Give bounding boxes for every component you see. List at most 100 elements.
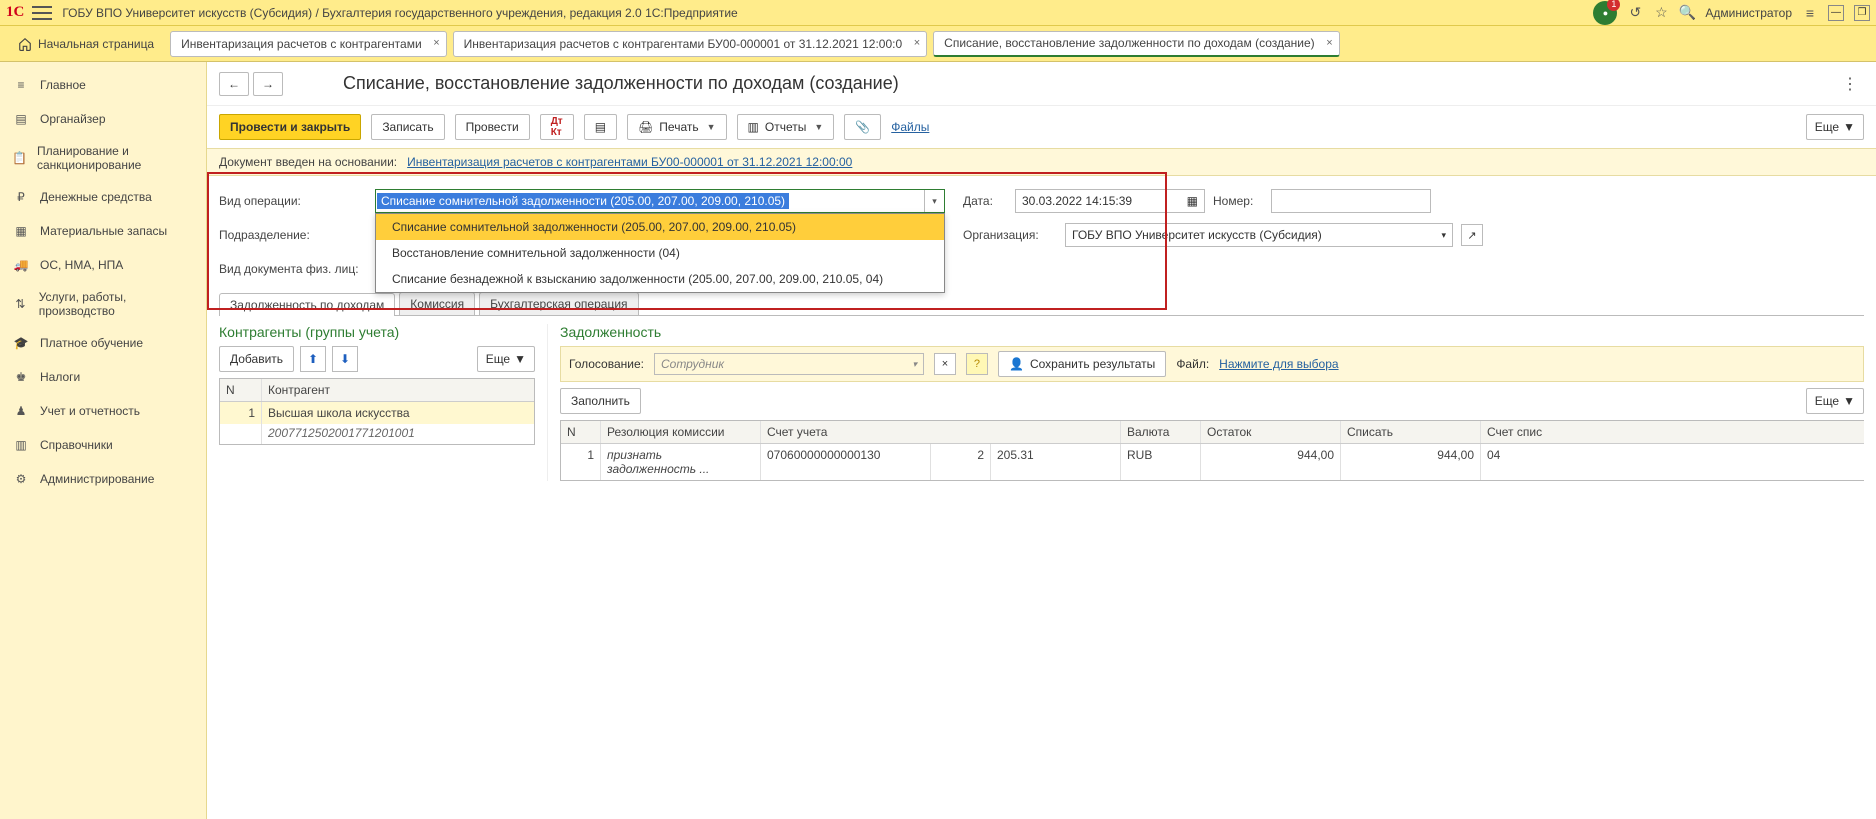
dropdown-item[interactable]: Восстановление сомнительной задолженност… bbox=[376, 240, 944, 266]
date-field[interactable]: 30.03.2022 14:15:39 ▦ bbox=[1015, 189, 1205, 213]
minimize-button[interactable]: — bbox=[1828, 5, 1844, 21]
button-label: Еще bbox=[1815, 120, 1839, 134]
cell-writeoff: 944,00 bbox=[1341, 444, 1481, 480]
printer-icon: 🖨 bbox=[638, 120, 653, 134]
clear-button[interactable]: × bbox=[934, 353, 956, 375]
base-doc-link[interactable]: Инвентаризация расчетов с контрагентами … bbox=[407, 155, 852, 169]
tab-writeoff[interactable]: Списание, восстановление задолженности п… bbox=[933, 31, 1340, 57]
dtkt-button[interactable]: ДтКт bbox=[540, 114, 574, 140]
user-name[interactable]: Администратор bbox=[1705, 6, 1792, 20]
attach-button[interactable]: 📎 bbox=[844, 114, 881, 140]
settings-icon[interactable]: ≡ bbox=[1802, 5, 1818, 21]
sidebar-item-organizer[interactable]: ▤Органайзер bbox=[0, 102, 206, 136]
col-account[interactable]: Счет учета bbox=[761, 421, 1121, 443]
print-button[interactable]: 🖨Печать▼ bbox=[627, 114, 726, 140]
button-label: Добавить bbox=[230, 352, 283, 366]
star-icon[interactable]: ☆ bbox=[1653, 5, 1669, 21]
sidebar-item-stock[interactable]: ▦Материальные запасы bbox=[0, 214, 206, 248]
calendar-icon[interactable]: ▦ bbox=[1187, 194, 1198, 208]
dropdown-item[interactable]: Списание безнадежной к взысканию задолже… bbox=[376, 266, 944, 292]
tab-debt[interactable]: Задолженность по доходам bbox=[219, 293, 395, 316]
nav-back-button[interactable]: ← bbox=[219, 72, 249, 96]
operation-type-value: Списание сомнительной задолженности (205… bbox=[377, 193, 789, 209]
sidebar-item-refs[interactable]: ▥Справочники bbox=[0, 428, 206, 462]
close-icon[interactable]: × bbox=[433, 37, 439, 49]
tab-inventory-list[interactable]: Инвентаризация расчетов с контрагентами … bbox=[170, 31, 447, 57]
col-remainder[interactable]: Остаток bbox=[1201, 421, 1341, 443]
files-link[interactable]: Файлы bbox=[891, 120, 929, 134]
cell-account: 07060000000000130 bbox=[761, 444, 931, 480]
debt-title: Задолженность bbox=[560, 324, 1864, 340]
dtkt-icon: ДтКт bbox=[551, 116, 563, 138]
organization-label: Организация: bbox=[963, 228, 1057, 242]
move-up-button[interactable]: ⬆ bbox=[300, 346, 326, 372]
cell-n: 1 bbox=[220, 402, 262, 424]
col-counterparty[interactable]: Контрагент bbox=[262, 379, 534, 401]
fill-button[interactable]: Заполнить bbox=[560, 388, 641, 414]
chevron-down-icon[interactable]: ▾ bbox=[1441, 230, 1446, 241]
file-label: Файл: bbox=[1176, 357, 1209, 371]
sidebar-label: Планирование и санкционирование bbox=[37, 144, 194, 172]
sidebar-item-taxes[interactable]: ♚Налоги bbox=[0, 360, 206, 394]
sidebar-item-main[interactable]: ≡Главное bbox=[0, 68, 206, 102]
close-icon[interactable]: × bbox=[1326, 37, 1332, 49]
nav-forward-button[interactable]: → bbox=[253, 72, 283, 96]
reports-button[interactable]: ▥Отчеты▼ bbox=[737, 114, 835, 140]
add-button[interactable]: Добавить bbox=[219, 346, 294, 372]
sidebar-item-assets[interactable]: 🚚ОС, НМА, НПА bbox=[0, 248, 206, 282]
favorite-icon[interactable] bbox=[289, 72, 305, 96]
sidebar-label: Справочники bbox=[40, 438, 113, 452]
file-choose-link[interactable]: Нажмите для выбора bbox=[1219, 357, 1338, 371]
home-tab[interactable]: Начальная страница bbox=[8, 26, 164, 61]
organization-field[interactable]: ГОБУ ВПО Университет искусств (Субсидия)… bbox=[1065, 223, 1453, 247]
chart-icon: ▥ bbox=[748, 120, 759, 134]
more-button[interactable]: Еще▼ bbox=[1806, 114, 1864, 140]
col-n[interactable]: N bbox=[561, 421, 601, 443]
save-results-button[interactable]: 👤Сохранить результаты bbox=[998, 351, 1166, 377]
number-field[interactable] bbox=[1271, 189, 1431, 213]
kebab-icon[interactable]: ⋮ bbox=[1836, 74, 1864, 94]
voting-employee-field[interactable]: Сотрудник ▾ bbox=[654, 353, 924, 375]
sidebar-item-planning[interactable]: 📋Планирование и санкционирование bbox=[0, 136, 206, 180]
notification-badge[interactable]: ● 1 bbox=[1593, 1, 1617, 25]
sidebar-item-money[interactable]: ₽Денежные средства bbox=[0, 180, 206, 214]
tab-commission[interactable]: Комиссия bbox=[399, 292, 475, 315]
menu-icon[interactable] bbox=[32, 6, 52, 20]
operation-type-label: Вид операции: bbox=[219, 194, 367, 208]
truck-icon: 🚚 bbox=[12, 256, 30, 274]
operation-type-field[interactable]: Списание сомнительной задолженности (205… bbox=[375, 189, 945, 213]
more-button[interactable]: Еще▼ bbox=[477, 346, 535, 372]
move-down-button[interactable]: ⬇ bbox=[332, 346, 358, 372]
dropdown-icon[interactable]: ▾ bbox=[924, 190, 944, 212]
restore-button[interactable]: ❐ bbox=[1854, 5, 1870, 21]
col-writeoff-account[interactable]: Счет спис bbox=[1481, 421, 1551, 443]
col-resolution[interactable]: Резолюция комиссии bbox=[601, 421, 761, 443]
sidebar-label: Налоги bbox=[40, 370, 80, 384]
help-button[interactable]: ? bbox=[966, 353, 988, 375]
voting-label: Голосование: bbox=[569, 357, 644, 371]
save-button[interactable]: Записать bbox=[371, 114, 444, 140]
tab-inventory-doc[interactable]: Инвентаризация расчетов с контрагентами … bbox=[453, 31, 928, 57]
sidebar-item-education[interactable]: 🎓Платное обучение bbox=[0, 326, 206, 360]
col-currency[interactable]: Валюта bbox=[1121, 421, 1201, 443]
tab-accounting[interactable]: Бухгалтерская операция bbox=[479, 292, 638, 315]
sidebar-label: Платное обучение bbox=[40, 336, 143, 350]
window-title: ГОБУ ВПО Университет искусств (Субсидия)… bbox=[62, 6, 1593, 20]
table-row[interactable]: 1 Высшая школа искусства bbox=[220, 402, 534, 424]
col-writeoff[interactable]: Списать bbox=[1341, 421, 1481, 443]
chevron-down-icon[interactable]: ▾ bbox=[912, 359, 917, 370]
post-and-close-button[interactable]: Провести и закрыть bbox=[219, 114, 361, 140]
sidebar-item-admin[interactable]: ⚙Администрирование bbox=[0, 462, 206, 496]
sidebar-item-services[interactable]: ⇅Услуги, работы, производство bbox=[0, 282, 206, 326]
history-icon[interactable]: ↺ bbox=[1627, 5, 1643, 21]
form-button[interactable]: ▤ bbox=[584, 114, 617, 140]
close-icon[interactable]: × bbox=[914, 37, 920, 49]
sidebar-item-reporting[interactable]: ♟Учет и отчетность bbox=[0, 394, 206, 428]
post-button[interactable]: Провести bbox=[455, 114, 530, 140]
col-n[interactable]: N bbox=[220, 379, 262, 401]
ext-open-button[interactable]: ↗ bbox=[1461, 224, 1483, 246]
table-row[interactable]: 1 признать задолженность ... 07060000000… bbox=[561, 444, 1864, 480]
dropdown-item[interactable]: Списание сомнительной задолженности (205… bbox=[376, 214, 944, 240]
search-icon[interactable]: 🔍 bbox=[1679, 5, 1695, 21]
more-button[interactable]: Еще▼ bbox=[1806, 388, 1864, 414]
